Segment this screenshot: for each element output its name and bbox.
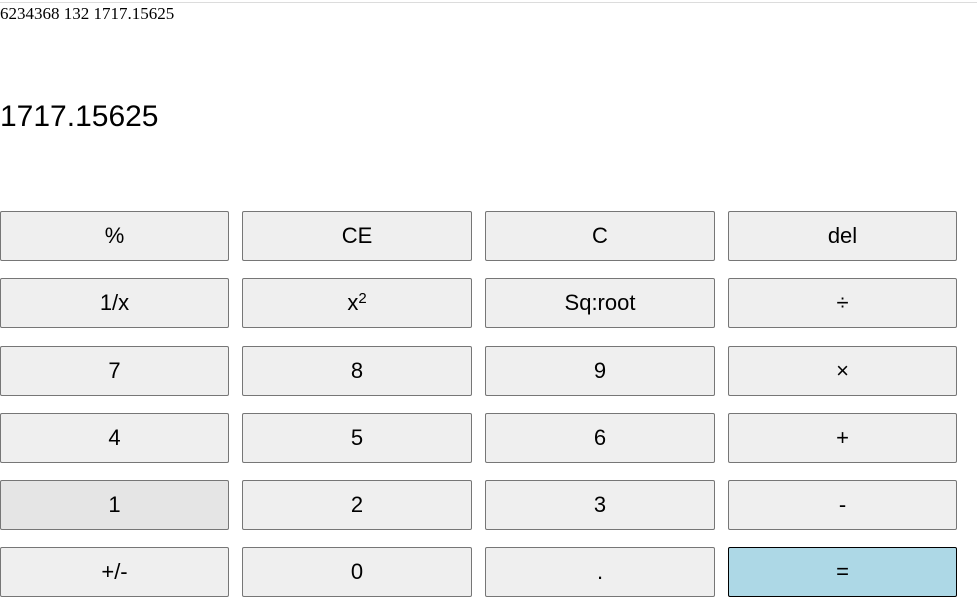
digit-4-button[interactable]: 4	[0, 412, 229, 463]
digit-6-button[interactable]: 6	[485, 412, 715, 463]
digit-7-button[interactable]: 7	[0, 345, 229, 396]
digit-1-button[interactable]: 1	[0, 480, 229, 531]
digit-9-button[interactable]: 9	[485, 345, 715, 396]
clear-entry-button[interactable]: CE	[242, 211, 472, 261]
clear-button[interactable]: C	[485, 211, 715, 261]
square-button[interactable]: x2	[242, 278, 472, 329]
square-button-base: x	[347, 290, 359, 316]
minus-button[interactable]: -	[728, 480, 957, 531]
digit-8-button[interactable]: 8	[242, 345, 472, 396]
reciprocal-button[interactable]: 1/x	[0, 278, 229, 329]
divide-button[interactable]: ÷	[728, 278, 957, 329]
digit-5-button[interactable]: 5	[242, 412, 472, 463]
digit-0-button[interactable]: 0	[242, 547, 472, 598]
decimal-button[interactable]: .	[485, 547, 715, 598]
delete-button[interactable]: del	[728, 211, 957, 261]
plus-button[interactable]: +	[728, 412, 957, 463]
digit-2-button[interactable]: 2	[242, 480, 472, 531]
multiply-button[interactable]: ×	[728, 345, 957, 396]
keypad: % CE C del 1/x x2 Sq:root ÷ 7 8 9 × 4 5 …	[0, 211, 957, 598]
negate-button[interactable]: +/-	[0, 547, 229, 598]
equals-button[interactable]: =	[728, 547, 957, 598]
square-root-button[interactable]: Sq:root	[485, 278, 715, 329]
percent-button[interactable]: %	[0, 211, 229, 261]
result-display: 1717.15625	[0, 100, 159, 133]
digit-3-button[interactable]: 3	[485, 480, 715, 531]
history-expression: 6234368 132 1717.15625	[0, 4, 175, 23]
